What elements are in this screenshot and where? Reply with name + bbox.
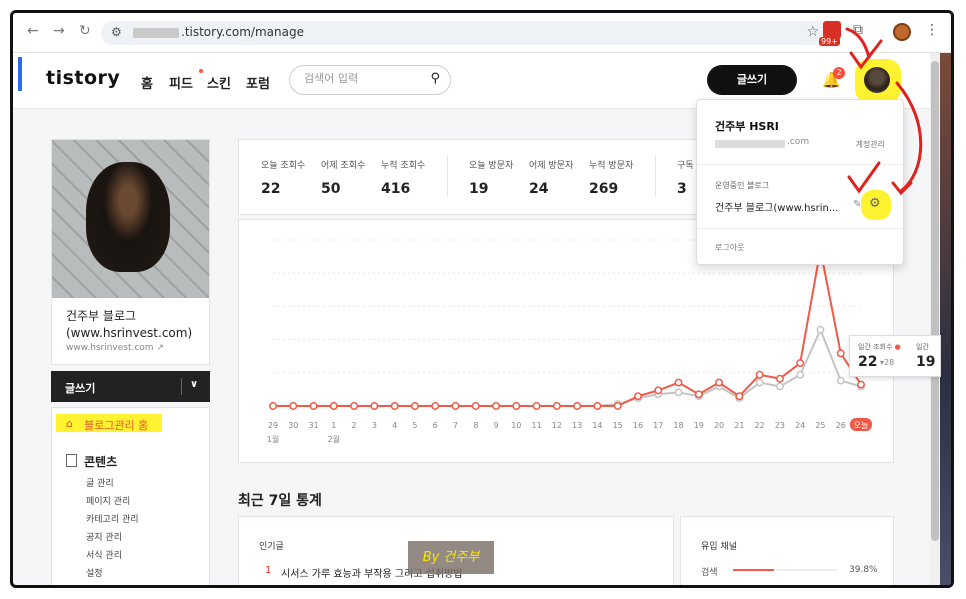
arrowhead-annotation — [891, 181, 913, 196]
annotation-overlay — [845, 27, 923, 196]
screenshot-frame: ← → ↻ ⚙ .tistory.com/manage ☆ 99+ ⧉ ⋮ ti… — [10, 10, 954, 588]
checkmark-annotation — [849, 39, 883, 70]
checkmark-annotation — [847, 161, 881, 194]
arrow-annotation — [895, 81, 923, 193]
